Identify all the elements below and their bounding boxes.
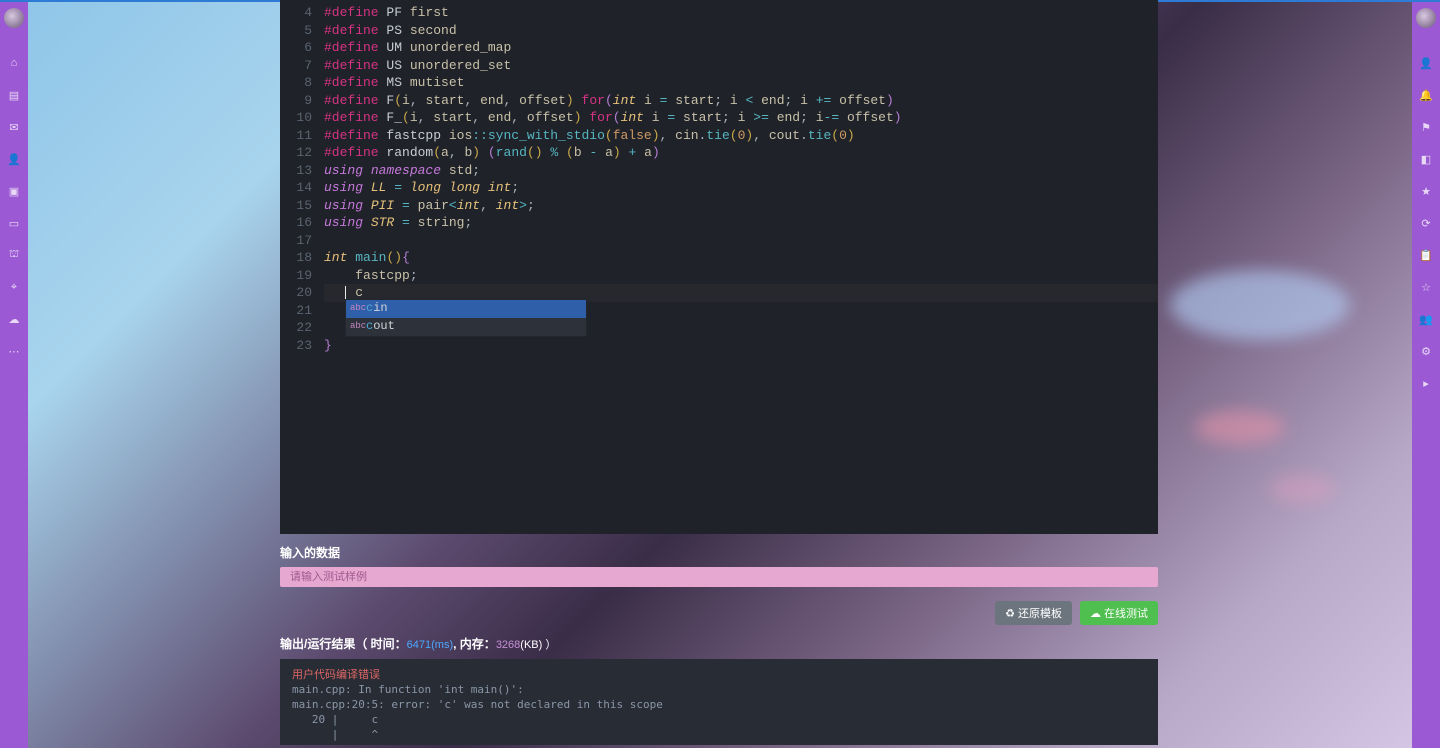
gear-icon[interactable]: ⚙ — [1419, 344, 1433, 358]
code-line[interactable]: using PII = pair<int, int>; — [324, 197, 1158, 215]
screen-icon[interactable]: ▭ — [7, 216, 21, 230]
chat-icon[interactable]: ✉ — [7, 120, 21, 134]
cube-icon[interactable]: ◧ — [1419, 152, 1433, 166]
output-label: 输出/运行结果（ 时间： — [280, 637, 407, 651]
code-line[interactable]: int main(){ — [324, 249, 1158, 267]
code-line[interactable]: #define random(a, b) (rand() % (b - a) +… — [324, 144, 1158, 162]
mem-stat: 3268 — [496, 639, 520, 651]
code-area[interactable]: #define PF first#define PS second#define… — [324, 0, 1158, 354]
doc-icon[interactable]: ▤ — [7, 88, 21, 102]
code-line[interactable] — [324, 232, 1158, 250]
run-label: 在线测试 — [1104, 605, 1148, 621]
folder-icon[interactable]: ▣ — [7, 184, 21, 198]
user2-icon[interactable]: 👥 — [1419, 312, 1433, 326]
abc-icon: abc — [350, 300, 362, 318]
user-icon[interactable]: 👤 — [1419, 56, 1433, 70]
user-icon[interactable]: 👤 — [7, 152, 21, 166]
pin-icon[interactable]: ⌖ — [7, 280, 21, 294]
autocomplete-item[interactable]: abccin — [346, 300, 586, 318]
mem-prefix: , 内存： — [453, 637, 496, 651]
error-body: main.cpp: In function 'int main()': main… — [292, 682, 1146, 742]
run-online-button[interactable]: ☁在线测试 — [1080, 601, 1158, 625]
flag-icon[interactable]: ⚑ — [1419, 120, 1433, 134]
test-input-field[interactable] — [290, 571, 1148, 583]
code-line[interactable]: #define fastcpp ios::sync_with_stdio(fal… — [324, 127, 1158, 145]
error-title: 用户代码编译错误 — [292, 667, 1146, 682]
button-row: ♻还原模板 ☁在线测试 — [280, 587, 1158, 635]
output-section-header: 输出/运行结果（ 时间：6471(ms), 内存：3268(KB) ） — [280, 635, 1158, 653]
code-line[interactable]: #define F(i, start, end, offset) for(int… — [324, 92, 1158, 110]
test-input-bar[interactable] — [280, 567, 1158, 587]
restore-template-button[interactable]: ♻还原模板 — [995, 601, 1072, 625]
more-icon[interactable]: ⋯ — [7, 344, 21, 358]
star-icon[interactable]: ★ — [1419, 184, 1433, 198]
cloud-icon: ☁ — [1090, 607, 1101, 620]
code-line[interactable]: #define MS mutiset — [324, 74, 1158, 92]
code-editor[interactable]: 4567891011121314151617181920212223 #defi… — [280, 0, 1158, 534]
autocomplete-item[interactable]: abccout — [346, 318, 586, 336]
bg-glow — [1195, 410, 1285, 445]
code-line[interactable]: using namespace std; — [324, 162, 1158, 180]
code-line[interactable]: #define PS second — [324, 22, 1158, 40]
code-line[interactable]: using STR = string; — [324, 214, 1158, 232]
code-line[interactable]: } — [324, 337, 1158, 355]
time-stat: 6471(ms) — [407, 639, 453, 651]
gear2-icon[interactable]: ⟳ — [1419, 216, 1433, 230]
play-icon[interactable]: ▸ — [1419, 376, 1433, 390]
restore-icon: ♻ — [1005, 607, 1015, 620]
bg-glow — [1170, 270, 1350, 340]
star2-icon[interactable]: ☆ — [1419, 280, 1433, 294]
autocomplete-popup[interactable]: abccinabccout — [345, 299, 587, 337]
paste-icon[interactable]: 📋 — [1419, 248, 1433, 262]
code-line[interactable]: #define UM unordered_map — [324, 39, 1158, 57]
cloud-icon[interactable]: ☁ — [7, 312, 21, 326]
code-line[interactable]: #define PF first — [324, 4, 1158, 22]
input-section-label: 输入的数据 — [280, 534, 1158, 567]
code-line[interactable]: fastcpp; — [324, 267, 1158, 285]
bell-icon[interactable]: 🔔 — [1419, 88, 1433, 102]
avatar[interactable] — [4, 8, 24, 28]
right-nav-rail: 👤 🔔 ⚑ ◧ ★ ⟳ 📋 ☆ 👥 ⚙ ▸ — [1412, 2, 1440, 748]
code-line[interactable]: using LL = long long int; — [324, 179, 1158, 197]
left-nav-rail: ⌂ ▤ ✉ 👤 ▣ ▭ ⛫ ⌖ ☁ ⋯ — [0, 2, 28, 748]
code-line[interactable]: #define US unordered_set — [324, 57, 1158, 75]
line-gutter: 4567891011121314151617181920212223 — [280, 0, 324, 354]
main-content: 4567891011121314151617181920212223 #defi… — [280, 0, 1158, 748]
restore-label: 还原模板 — [1018, 605, 1062, 621]
code-line[interactable]: #define F_(i, start, end, offset) for(in… — [324, 109, 1158, 127]
avatar[interactable] — [1416, 8, 1436, 28]
abc-icon: abc — [350, 318, 362, 336]
chart-icon[interactable]: ⛫ — [7, 248, 21, 262]
home-icon[interactable]: ⌂ — [7, 56, 21, 70]
bg-glow — [1270, 475, 1335, 503]
output-pane: 用户代码编译错误 main.cpp: In function 'int main… — [280, 659, 1158, 745]
mem-unit: (KB) ） — [520, 639, 556, 651]
